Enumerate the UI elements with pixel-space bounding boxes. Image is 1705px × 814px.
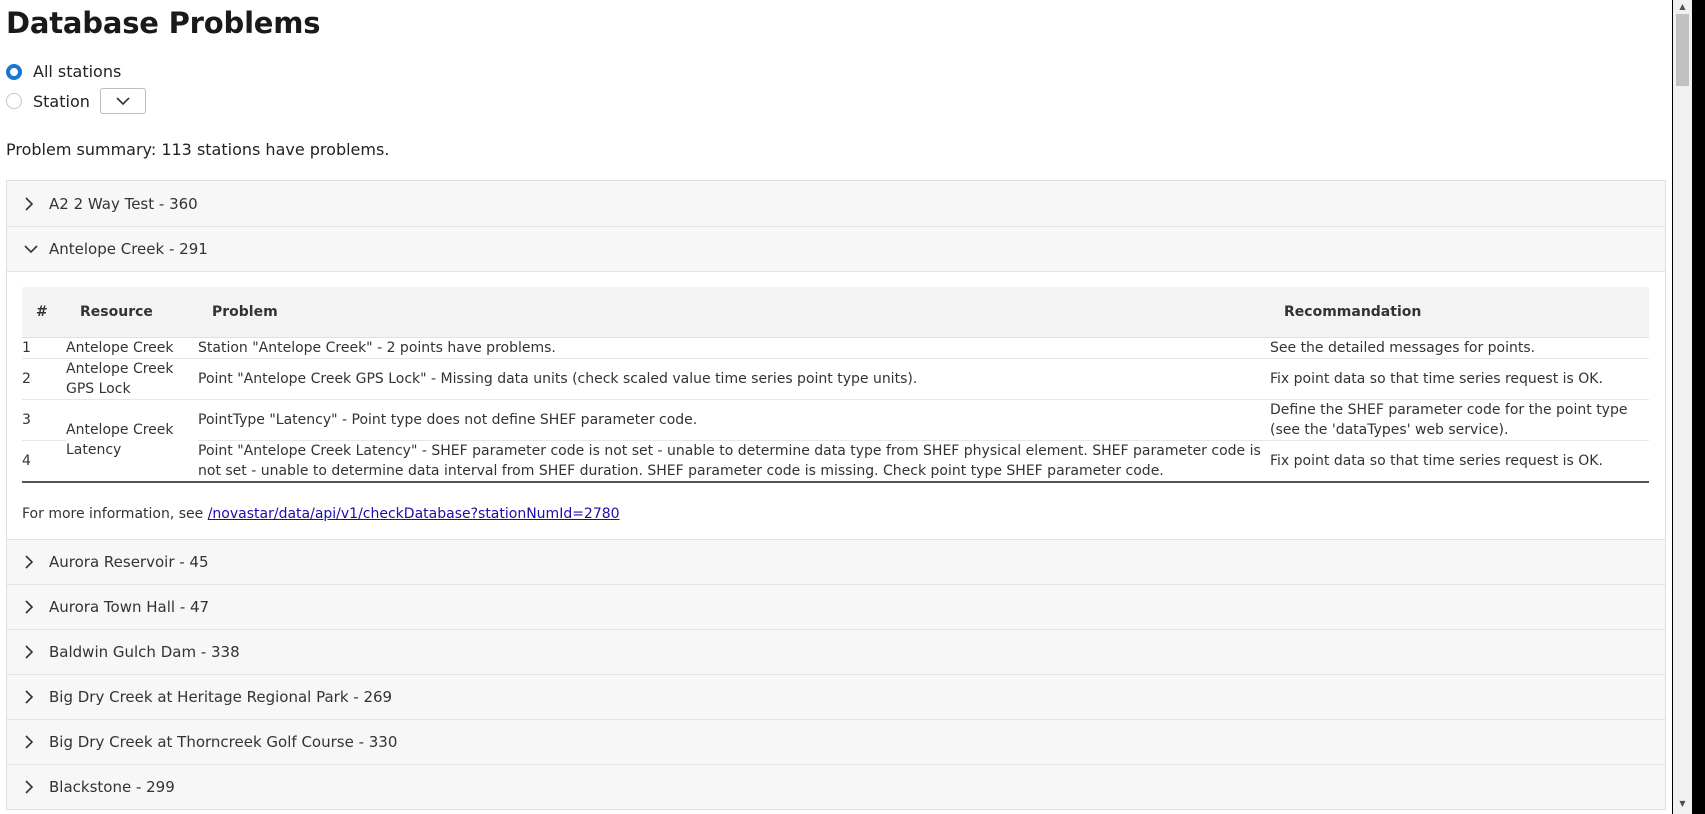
cell-problem: PointType "Latency" - Point type does no…: [198, 411, 698, 428]
station-header-label: Antelope Creek - 291: [49, 240, 208, 258]
chevron-right-icon: [24, 645, 40, 659]
cell-num: 3: [22, 411, 31, 428]
column-header-problem[interactable]: Problem: [198, 287, 1270, 338]
station-header-label: Blackstone - 299: [49, 778, 175, 796]
station-header-baldwin-gulch-dam[interactable]: Baldwin Gulch Dam - 338: [7, 629, 1665, 674]
cell-problem: Point "Antelope Creek GPS Lock" - Missin…: [198, 370, 918, 387]
cell-num: 4: [22, 452, 31, 469]
chevron-right-icon: [24, 196, 40, 211]
stations-accordion: A2 2 Way Test - 360 Antelope Creek - 291…: [6, 180, 1666, 810]
station-header-big-dry-creek-heritage[interactable]: Big Dry Creek at Heritage Regional Park …: [7, 674, 1665, 719]
chevron-right-icon: [24, 735, 40, 749]
all-stations-option[interactable]: All stations: [6, 62, 121, 81]
table-row: 1 Antelope Creek Station "Antelope Creek…: [22, 337, 1649, 358]
cell-recommendation: Define the SHEF parameter code for the p…: [1270, 401, 1628, 438]
column-header-resource[interactable]: Resource: [66, 287, 198, 338]
scroll-down-arrow-icon[interactable]: ▼: [1676, 797, 1689, 810]
cell-recommendation: Fix point data so that time series reque…: [1270, 370, 1603, 387]
table-header-row: # Resource Problem Recommandation: [22, 287, 1649, 338]
cell-num: 1: [22, 339, 31, 356]
scrollbar-thumb[interactable]: [1676, 14, 1689, 86]
chevron-down-icon: [116, 96, 130, 105]
more-info-text: For more information, see: [22, 506, 208, 522]
chevron-down-icon: [24, 244, 40, 254]
scroll-up-arrow-icon[interactable]: ▲: [1676, 0, 1689, 13]
table-row: 2 Antelope Creek GPS Lock Point "Antelop…: [22, 358, 1649, 399]
cell-resource: Antelope Creek: [66, 339, 174, 356]
column-header-num[interactable]: #: [22, 287, 66, 338]
station-header-label: Aurora Town Hall - 47: [49, 598, 210, 616]
station-header-blackstone[interactable]: Blackstone - 299: [7, 764, 1665, 809]
all-stations-label: All stations: [33, 62, 122, 81]
chevron-right-icon: [24, 600, 40, 614]
station-header-antelope-creek[interactable]: Antelope Creek - 291: [7, 226, 1665, 271]
page: Database Problems All stations Station P…: [0, 0, 1672, 814]
table-row: 3 Antelope Creek Latency PointType "Late…: [22, 399, 1649, 458]
cell-num: 2: [22, 370, 31, 387]
cell-recommendation: Fix point data so that time series reque…: [1270, 452, 1603, 469]
problem-summary: Problem summary: 113 stations have probl…: [6, 140, 390, 159]
station-header-label: Baldwin Gulch Dam - 338: [49, 643, 240, 661]
problems-table: # Resource Problem Recommandation 1 Ante…: [22, 287, 1649, 483]
station-header-label: Big Dry Creek at Heritage Regional Park …: [49, 688, 393, 706]
station-label: Station: [33, 91, 90, 111]
station-radio[interactable]: [6, 93, 22, 109]
station-header-aurora-reservoir[interactable]: Aurora Reservoir - 45: [7, 539, 1665, 584]
page-title: Database Problems: [6, 6, 321, 40]
cell-resource: Antelope Creek Latency: [66, 422, 174, 458]
cell-recommendation: See the detailed messages for points.: [1270, 339, 1536, 356]
station-header-label: Aurora Reservoir - 45: [49, 553, 209, 571]
table-row: 4 Point "Antelope Creek Latency" - SHEF …: [22, 440, 1649, 482]
station-header-label: Big Dry Creek at Thorncreek Golf Course …: [49, 733, 398, 751]
chevron-right-icon: [24, 690, 40, 704]
check-database-link[interactable]: /novastar/data/api/v1/checkDatabase?stat…: [208, 506, 620, 522]
station-select[interactable]: [99, 88, 146, 114]
vertical-scrollbar[interactable]: [1673, 0, 1692, 814]
cell-resource: Antelope Creek GPS Lock: [66, 360, 174, 397]
all-stations-radio[interactable]: [6, 63, 22, 80]
chevron-right-icon: [24, 780, 40, 794]
station-details-antelope-creek: # Resource Problem Recommandation 1 Ante…: [7, 271, 1665, 539]
station-option[interactable]: Station: [6, 88, 146, 114]
cell-problem: Station "Antelope Creek" - 2 points have…: [198, 339, 556, 356]
station-header-label: A2 2 Way Test - 360: [49, 194, 198, 213]
more-info: For more information, see /novastar/data…: [22, 506, 620, 522]
cell-problem: Point "Antelope Creek Latency" - SHEF pa…: [198, 442, 1261, 479]
station-header-big-dry-creek-thorncreek[interactable]: Big Dry Creek at Thorncreek Golf Course …: [7, 719, 1665, 764]
station-header-aurora-town-hall[interactable]: Aurora Town Hall - 47: [7, 584, 1665, 629]
column-header-recommendation[interactable]: Recommandation: [1270, 287, 1649, 338]
chevron-right-icon: [24, 555, 40, 569]
station-header-a2-2-way-test[interactable]: A2 2 Way Test - 360: [7, 181, 1665, 226]
